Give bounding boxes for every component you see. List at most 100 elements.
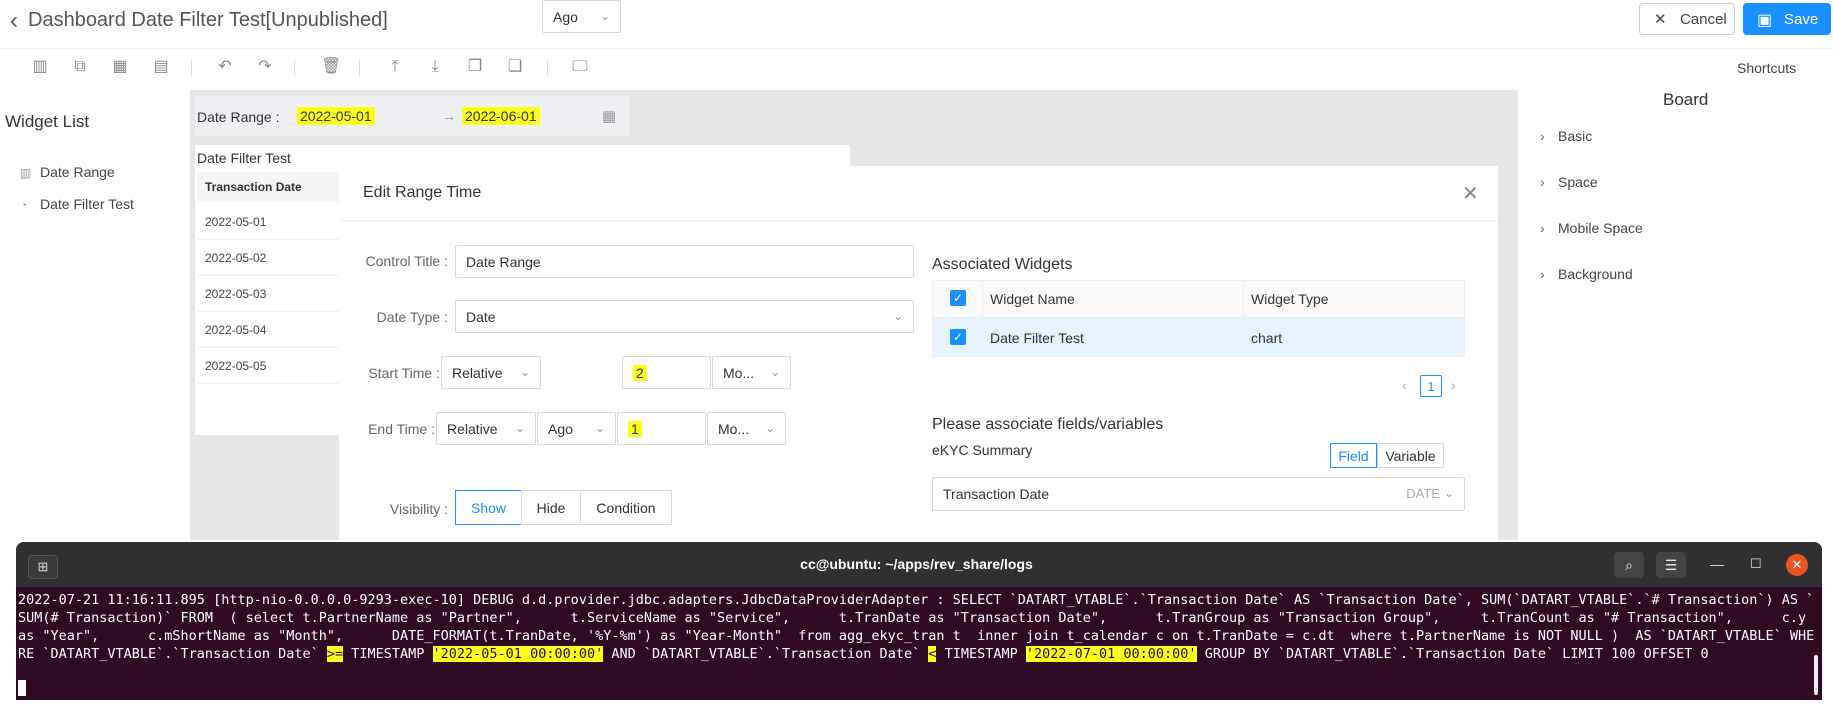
close-icon[interactable]: ✕ — [1462, 181, 1479, 206]
chevron-down-icon: ⌄ — [519, 365, 530, 379]
start-direction-select[interactable]: Ago ⌄ — [542, 0, 621, 33]
board-section-space[interactable]: › Space — [1540, 174, 1598, 190]
date-range-icon: ▥ — [20, 166, 32, 180]
board-title: Board — [1663, 90, 1709, 109]
field-select-value: Transaction Date — [943, 486, 1050, 502]
search-icon[interactable]: ⌕ — [1614, 552, 1644, 578]
save-button[interactable]: ▣ Save — [1743, 3, 1831, 35]
end-mode-select[interactable]: Relative ⌄ — [436, 412, 536, 445]
bring-to-top-icon[interactable]: ⤒ — [386, 58, 404, 76]
terminal-scrollbar[interactable] — [1814, 655, 1818, 695]
widget-list-title: Widget List — [5, 112, 90, 131]
start-mode-select[interactable]: Relative ⌄ — [441, 356, 541, 389]
cancel-label: Cancel — [1680, 11, 1727, 28]
widget-list-item-date-filter-test[interactable]: ◔ Date Filter Test — [20, 196, 134, 212]
chevron-right-icon: › — [1540, 174, 1545, 190]
visibility-hide-button[interactable]: Hide — [521, 490, 581, 525]
widget-type-cell: chart — [1251, 330, 1283, 346]
back-arrow-icon[interactable]: ‹ — [10, 7, 18, 35]
close-icon[interactable]: ✕ — [1786, 554, 1808, 576]
select-all-checkbox[interactable]: ✓ — [950, 290, 966, 306]
minimize-icon[interactable]: — — [1710, 556, 1724, 572]
date-range-label: Date Range : — [197, 109, 280, 125]
row-checkbox[interactable]: ✓ — [950, 329, 966, 345]
date-range-end[interactable]: 2022-06-01 — [462, 107, 540, 125]
add-media-icon[interactable]: ▤ — [152, 58, 170, 76]
modal-title: Edit Range Time — [363, 184, 482, 201]
menu-icon[interactable]: ☰ — [1656, 552, 1686, 578]
copy-icon[interactable]: ❐ — [466, 58, 484, 76]
chevron-right-icon: › — [1540, 266, 1545, 282]
widget-name-column-header: Widget Name — [990, 291, 1075, 307]
terminal-title: cc@ubuntu: ~/apps/rev_share/logs — [800, 556, 1033, 572]
field-select[interactable]: Transaction Date DATE ⌄ — [932, 477, 1465, 511]
add-chart-icon[interactable]: ▥ — [31, 58, 49, 76]
chart-title: Date Filter Test — [197, 150, 291, 166]
board-section-background[interactable]: › Background — [1540, 266, 1633, 282]
redo-icon[interactable]: ↷ — [256, 58, 274, 76]
date-type-label: Date Type : — [376, 309, 448, 325]
toolbar-divider — [547, 60, 548, 76]
end-direction-select[interactable]: Ago ⌄ — [537, 412, 616, 445]
toolbar-divider — [294, 60, 295, 76]
chevron-down-icon: ⌄ — [892, 309, 903, 323]
maximize-icon[interactable]: ☐ — [1750, 556, 1762, 572]
modal-header — [339, 166, 1498, 221]
start-amount-value: 2 — [633, 364, 647, 381]
chevron-down-icon: ⌄ — [514, 421, 525, 435]
close-icon: ✕ — [1654, 11, 1667, 28]
widget-list-item-date-range[interactable]: ▥ Date Range — [20, 164, 115, 180]
pagination-prev-icon[interactable]: ‹ — [1402, 377, 1407, 393]
start-unit-select[interactable]: Mo... ⌄ — [712, 356, 791, 389]
widget-list-item-label: Date Filter Test — [40, 196, 134, 212]
date-range-start[interactable]: 2022-05-01 — [297, 107, 375, 125]
dashboard-title: Dashboard Date Filter Test[Unpublished] — [28, 9, 388, 31]
visibility-show-button[interactable]: Show — [455, 490, 522, 525]
date-type-select[interactable]: Date ⌄ — [455, 300, 914, 333]
widget-name-cell: Date Filter Test — [990, 330, 1084, 346]
start-mode-value: Relative — [452, 364, 503, 381]
start-time-label: Start Time : — [368, 365, 440, 381]
board-panel — [1518, 90, 1833, 540]
save-icon: ▣ — [1757, 12, 1773, 29]
undo-icon[interactable]: ↶ — [216, 58, 234, 76]
widget-list-item-label: Date Range — [40, 164, 115, 180]
add-container-icon[interactable]: ▦ — [111, 58, 129, 76]
shortcuts-link[interactable]: Shortcuts — [1737, 60, 1796, 76]
start-direction-value: Ago — [553, 8, 578, 25]
chevron-right-icon: › — [1540, 128, 1545, 144]
variable-tab[interactable]: Variable — [1377, 443, 1444, 468]
end-direction-value: Ago — [548, 420, 573, 437]
visibility-condition-button[interactable]: Condition — [580, 490, 672, 525]
paste-icon[interactable]: ❏ — [506, 58, 524, 76]
chevron-down-icon: ⌄ — [769, 365, 780, 379]
arrow-right-icon: → — [442, 108, 456, 124]
toolbar-divider — [191, 60, 192, 76]
delete-icon[interactable]: 🗑 — [321, 58, 341, 76]
chevron-right-icon: › — [1540, 220, 1545, 236]
board-section-mobile-space[interactable]: › Mobile Space — [1540, 220, 1643, 236]
associate-fields-title: Please associate fields/variables — [932, 416, 1164, 433]
end-unit-select[interactable]: Mo... ⌄ — [707, 412, 786, 445]
board-section-basic[interactable]: › Basic — [1540, 128, 1592, 144]
end-unit-value: Mo... — [718, 420, 750, 437]
start-unit-value: Mo... — [723, 364, 755, 381]
toolbar — [0, 48, 1833, 89]
pagination-page[interactable]: 1 — [1420, 375, 1442, 397]
chevron-down-icon: ⌄ — [599, 9, 610, 23]
calendar-icon[interactable]: ▦ — [602, 107, 616, 125]
preview-monitor-icon[interactable]: 🖵 — [571, 58, 589, 76]
toolbar-divider — [359, 60, 360, 76]
date-type-value: Date — [466, 308, 496, 325]
field-tab[interactable]: Field — [1330, 443, 1377, 468]
send-to-bottom-icon[interactable]: ⤓ — [426, 58, 444, 76]
start-amount-input[interactable]: 2 — [622, 356, 711, 389]
end-amount-input[interactable]: 1 — [617, 412, 706, 445]
control-title-input[interactable]: Date Range — [455, 245, 914, 278]
pagination-next-icon[interactable]: › — [1451, 377, 1456, 393]
cancel-button[interactable]: ✕ Cancel — [1639, 3, 1735, 35]
chevron-down-icon: ⌄ — [764, 421, 775, 435]
field-type-label: DATE — [1406, 486, 1440, 501]
add-control-icon[interactable]: ⧉ — [71, 58, 89, 76]
terminal-log-output: 2022-07-21 11:16:11.895 [http-nio-0.0.0.… — [18, 592, 1815, 662]
